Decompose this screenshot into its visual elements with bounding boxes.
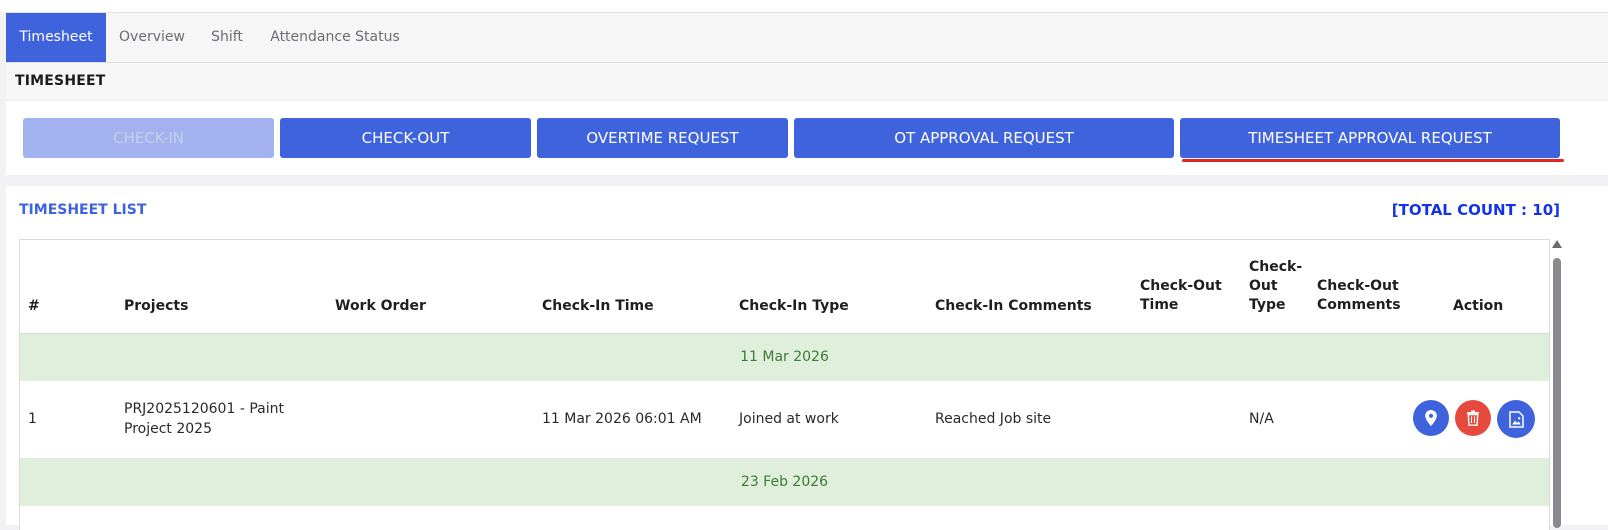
header-check-out-type[interactable]: Check- Out Type — [1249, 258, 1302, 315]
delete-button[interactable] — [1455, 400, 1491, 436]
image-button[interactable] — [1497, 400, 1535, 438]
header-projects[interactable]: Projects — [124, 297, 188, 316]
header-check-in-comments[interactable]: Check-In Comments — [935, 297, 1092, 316]
overtime-request-button[interactable]: OVERTIME REQUEST — [537, 118, 788, 158]
timesheet-approval-request-button[interactable]: TIMESHEET APPROVAL REQUEST — [1180, 118, 1560, 158]
page-title: TIMESHEET — [15, 73, 106, 89]
cell-check-out-type: N/A — [1249, 411, 1274, 427]
header-check-in-time[interactable]: Check-In Time — [542, 297, 654, 316]
cell-num: 1 — [28, 411, 37, 427]
cell-project-line1: PRJ2025120601 - Paint — [124, 401, 284, 417]
check-out-button[interactable]: CHECK-OUT — [280, 118, 531, 158]
list-title: TIMESHEET LIST — [19, 202, 147, 218]
date-group-row: 23 Feb 2026 — [20, 459, 1549, 506]
header-check-out-type-line1: Check- — [1249, 259, 1303, 275]
scroll-up-arrow-icon[interactable] — [1552, 240, 1562, 248]
table-scrollbar[interactable] — [1550, 240, 1564, 528]
tab-shift[interactable]: Shift — [198, 13, 256, 62]
tab-bar: Timesheet Overview Shift Attendance Stat… — [6, 12, 1608, 63]
header-check-out-type-line3: Type — [1249, 297, 1286, 313]
cell-check-in-time: 11 Mar 2026 06:01 AM — [542, 411, 702, 427]
header-num: # — [28, 298, 40, 314]
date-group-row: 11 Mar 2026 — [20, 334, 1549, 381]
header-check-out-time-line1: Check-Out — [1140, 278, 1222, 294]
location-button[interactable] — [1413, 400, 1449, 436]
header-check-out-comments-line1: Check-Out — [1317, 278, 1399, 294]
tab-overview[interactable]: Overview — [106, 13, 198, 62]
header-check-out-time[interactable]: Check-Out Time — [1140, 277, 1222, 315]
header-action: Action — [1453, 298, 1504, 314]
ot-approval-request-button[interactable]: OT APPROVAL REQUEST — [794, 118, 1174, 158]
tab-timesheet[interactable]: Timesheet — [6, 13, 106, 62]
actions-panel: CHECK-IN CHECK-OUT OVERTIME REQUEST OT A… — [6, 101, 1608, 175]
header-check-out-type-line2: Out — [1249, 278, 1278, 294]
trash-icon — [1467, 410, 1479, 426]
section-header: TIMESHEET — [6, 63, 1608, 99]
highlight-underline — [1182, 159, 1564, 162]
header-check-out-time-line2: Time — [1140, 297, 1179, 313]
scroll-thumb[interactable] — [1553, 258, 1561, 528]
cell-check-in-comments: Reached Job site — [935, 411, 1052, 427]
timesheet-table: # Projects Work Order Check-In Time Chec… — [19, 239, 1550, 530]
cell-project-line2: Project 2025 — [124, 421, 212, 437]
header-check-out-comments[interactable]: Check-Out Comments — [1317, 277, 1401, 315]
timesheet-list-panel: TIMESHEET LIST [TOTAL COUNT : 10] # Proj… — [6, 186, 1608, 530]
cell-project: PRJ2025120601 - Paint Project 2025 — [124, 399, 284, 439]
top-strip — [0, 0, 1608, 12]
table-row[interactable]: 1 PRJ2025120601 - Paint Project 2025 11 … — [20, 381, 1549, 459]
image-file-icon — [1508, 410, 1524, 428]
header-check-out-comments-line2: Comments — [1317, 297, 1401, 313]
tab-attendance-status[interactable]: Attendance Status — [256, 13, 414, 62]
check-in-button[interactable]: CHECK-IN — [23, 118, 274, 158]
table-header: # Projects Work Order Check-In Time Chec… — [20, 240, 1549, 334]
total-count: [TOTAL COUNT : 10] — [1391, 201, 1560, 219]
location-pin-icon — [1425, 410, 1437, 426]
cell-check-in-type: Joined at work — [739, 411, 839, 427]
header-check-in-type[interactable]: Check-In Type — [739, 297, 849, 316]
header-work-order[interactable]: Work Order — [335, 297, 426, 316]
